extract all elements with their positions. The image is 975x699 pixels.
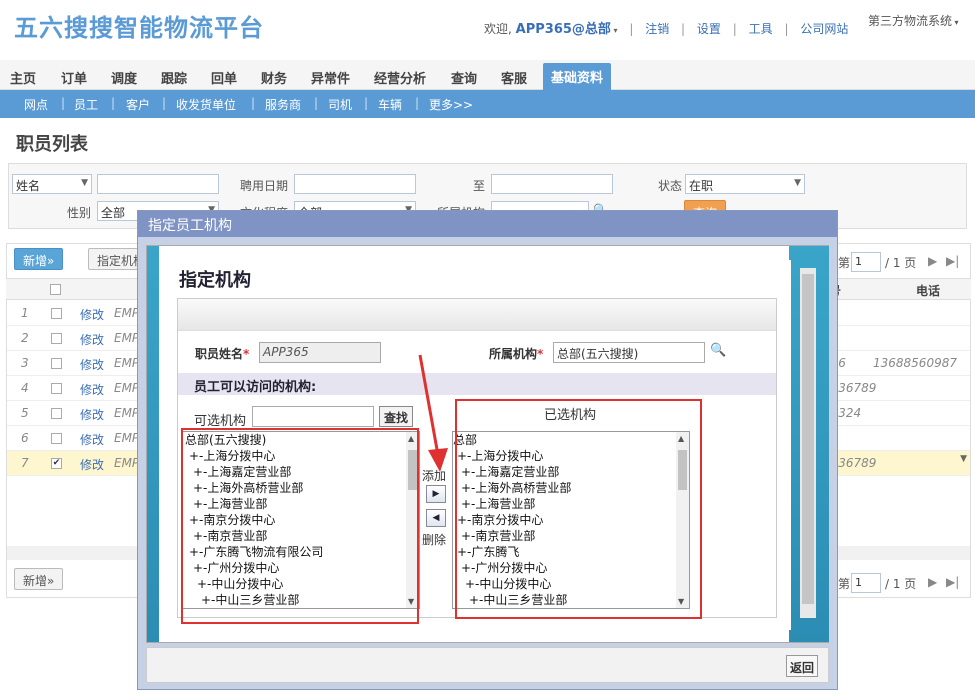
- org-field-label: 所属机构*: [489, 347, 544, 361]
- col-phone-header: 电话: [916, 284, 941, 298]
- logo: 五六搜搜智能物流平台: [14, 14, 264, 42]
- status-select[interactable]: 在职: [685, 174, 805, 194]
- edit-link[interactable]: 修改: [80, 381, 104, 398]
- edit-link[interactable]: 修改: [80, 431, 104, 448]
- last-page-icon[interactable]: ▶|: [946, 575, 959, 589]
- logout-link[interactable]: 注销: [645, 22, 669, 36]
- select-all-checkbox[interactable]: [50, 284, 61, 295]
- access-label: 员工可以访问的机构:: [194, 380, 317, 395]
- name-input[interactable]: [97, 174, 219, 194]
- subnav-more[interactable]: 更多>>: [429, 96, 473, 113]
- subnav-employees[interactable]: 员工: [74, 96, 98, 113]
- tab-home[interactable]: 主页: [10, 68, 36, 87]
- emp-name-label: 职员姓名*: [195, 347, 250, 361]
- tab-dispatch[interactable]: 调度: [111, 68, 137, 87]
- page-prefix-bottom: 第: [838, 577, 851, 591]
- company-site-link[interactable]: 公司网站: [800, 22, 848, 36]
- dialog-title[interactable]: 指定员工机构: [138, 211, 837, 237]
- page-input[interactable]: 1: [851, 252, 881, 272]
- inner-title: 指定机构: [179, 270, 251, 291]
- gender-label: 性别: [67, 206, 92, 220]
- welcome-text: 欢迎,: [484, 22, 512, 36]
- status-label: 状态: [658, 179, 683, 193]
- remove-arrow-button[interactable]: ◀: [426, 509, 446, 527]
- back-button[interactable]: 返回: [785, 655, 818, 677]
- tab-receipt[interactable]: 回单: [211, 68, 237, 87]
- available-search-input[interactable]: [252, 406, 374, 427]
- page-title: 职员列表: [16, 134, 88, 155]
- edit-link[interactable]: 修改: [80, 406, 104, 423]
- page-total: / 1 页: [885, 256, 917, 270]
- annotation-arrow-icon: [418, 354, 448, 472]
- next-page-icon[interactable]: ▶: [928, 254, 937, 268]
- subnav-outlets[interactable]: 网点: [24, 96, 48, 113]
- top-nav: 欢迎, APP365@总部 ▾ | 注销 | 设置 | 工具 | 公司网站: [484, 22, 849, 37]
- search-icon[interactable]: 🔍: [710, 343, 726, 358]
- row-checkbox[interactable]: [51, 433, 62, 444]
- remove-label: 删除: [422, 533, 447, 547]
- user-menu[interactable]: APP365@总部: [516, 22, 611, 37]
- highlight-available: [181, 428, 419, 624]
- dialog-scrollbar[interactable]: [800, 268, 816, 618]
- highlight-selected: [455, 399, 702, 619]
- tab-tracking[interactable]: 跟踪: [161, 68, 187, 87]
- sub-nav: 网点 | 员工 | 客户 | 收发货单位 | 服务商 | 司机 | 车辆 | 更…: [0, 90, 975, 118]
- page-input-bottom[interactable]: 1: [851, 573, 881, 593]
- name-select[interactable]: 姓名: [12, 174, 92, 194]
- dialog-footer: 返回: [146, 647, 829, 683]
- hire-date-from[interactable]: [294, 174, 416, 194]
- tab-basic-data[interactable]: 基础资料: [543, 63, 612, 90]
- row-checkbox[interactable]: ✔: [51, 458, 62, 469]
- tab-service[interactable]: 客服: [501, 68, 527, 87]
- last-page-icon[interactable]: ▶|: [946, 254, 959, 268]
- subnav-consignors[interactable]: 收发货单位: [176, 96, 236, 113]
- emp-name-field: APP365: [259, 342, 381, 363]
- settings-link[interactable]: 设置: [697, 22, 721, 36]
- edit-link[interactable]: 修改: [80, 456, 104, 473]
- tab-exceptions[interactable]: 异常件: [311, 68, 350, 87]
- find-button[interactable]: 查找: [379, 406, 414, 427]
- main-nav: 主页 订单 调度 跟踪 回单 财务 异常件 经营分析 查询 客服 基础资料: [0, 60, 975, 90]
- edit-link[interactable]: 修改: [80, 356, 104, 373]
- row-checkbox[interactable]: [51, 308, 62, 319]
- row-checkbox[interactable]: [51, 358, 62, 369]
- tools-link[interactable]: 工具: [749, 22, 773, 36]
- tab-finance[interactable]: 财务: [261, 68, 287, 87]
- subnav-customers[interactable]: 客户: [126, 96, 150, 113]
- hire-date-label: 聘用日期: [240, 179, 289, 193]
- page-total-bottom: / 1 页: [885, 577, 917, 591]
- chevron-down-icon[interactable]: ▾: [611, 26, 617, 35]
- org-field[interactable]: 总部(五六搜搜): [553, 342, 705, 363]
- bottom-add-button[interactable]: 新增»: [14, 568, 64, 590]
- hire-date-to[interactable]: [491, 174, 613, 194]
- tab-query[interactable]: 查询: [451, 68, 477, 87]
- next-page-icon[interactable]: ▶: [928, 575, 937, 589]
- row-checkbox[interactable]: [51, 333, 62, 344]
- subnav-vehicles[interactable]: 车辆: [378, 96, 402, 113]
- available-label: 可选机构: [194, 414, 247, 429]
- tab-orders[interactable]: 订单: [61, 68, 87, 87]
- row-checkbox[interactable]: [51, 408, 62, 419]
- system-switcher[interactable]: 第三方物流系统 ▾: [868, 12, 959, 29]
- subnav-drivers[interactable]: 司机: [328, 96, 352, 113]
- to-label: 至: [473, 179, 486, 193]
- add-arrow-button[interactable]: ▶: [426, 485, 446, 503]
- row-checkbox[interactable]: [51, 383, 62, 394]
- edit-link[interactable]: 修改: [80, 331, 104, 348]
- subnav-providers[interactable]: 服务商: [265, 96, 301, 113]
- page-prefix: 第: [838, 256, 851, 270]
- edit-link[interactable]: 修改: [80, 306, 104, 323]
- add-button[interactable]: 新增»: [14, 248, 64, 270]
- tab-analysis[interactable]: 经营分析: [374, 68, 426, 87]
